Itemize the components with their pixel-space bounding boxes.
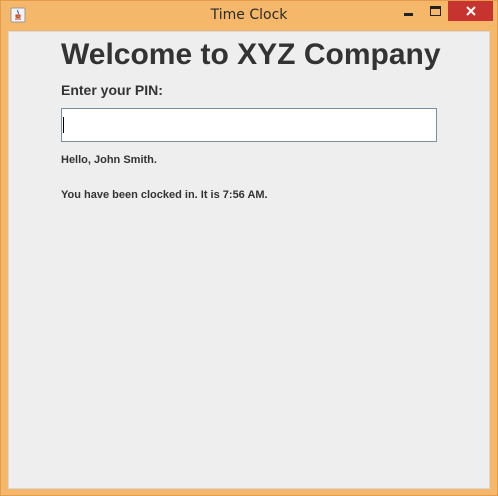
pin-label: Enter your PIN: xyxy=(61,82,163,98)
maximize-button[interactable] xyxy=(422,1,448,21)
minimize-icon xyxy=(404,12,413,16)
clock-in-status: You have been clocked in. It is 7:56 AM. xyxy=(61,189,268,201)
close-icon xyxy=(465,6,476,16)
maximize-icon xyxy=(429,6,441,16)
welcome-heading: Welcome to XYZ Company xyxy=(61,38,441,71)
close-button[interactable] xyxy=(448,1,493,21)
app-window: Time Clock Welcome to XYZ Company Enter … xyxy=(0,0,498,496)
pin-input[interactable] xyxy=(61,108,437,142)
greeting-message: Hello, John Smith. xyxy=(61,154,157,166)
title-bar[interactable]: Time Clock xyxy=(1,1,497,30)
minimize-button[interactable] xyxy=(395,1,422,21)
text-caret xyxy=(63,117,64,133)
main-panel: Welcome to XYZ Company Enter your PIN: H… xyxy=(8,31,490,489)
